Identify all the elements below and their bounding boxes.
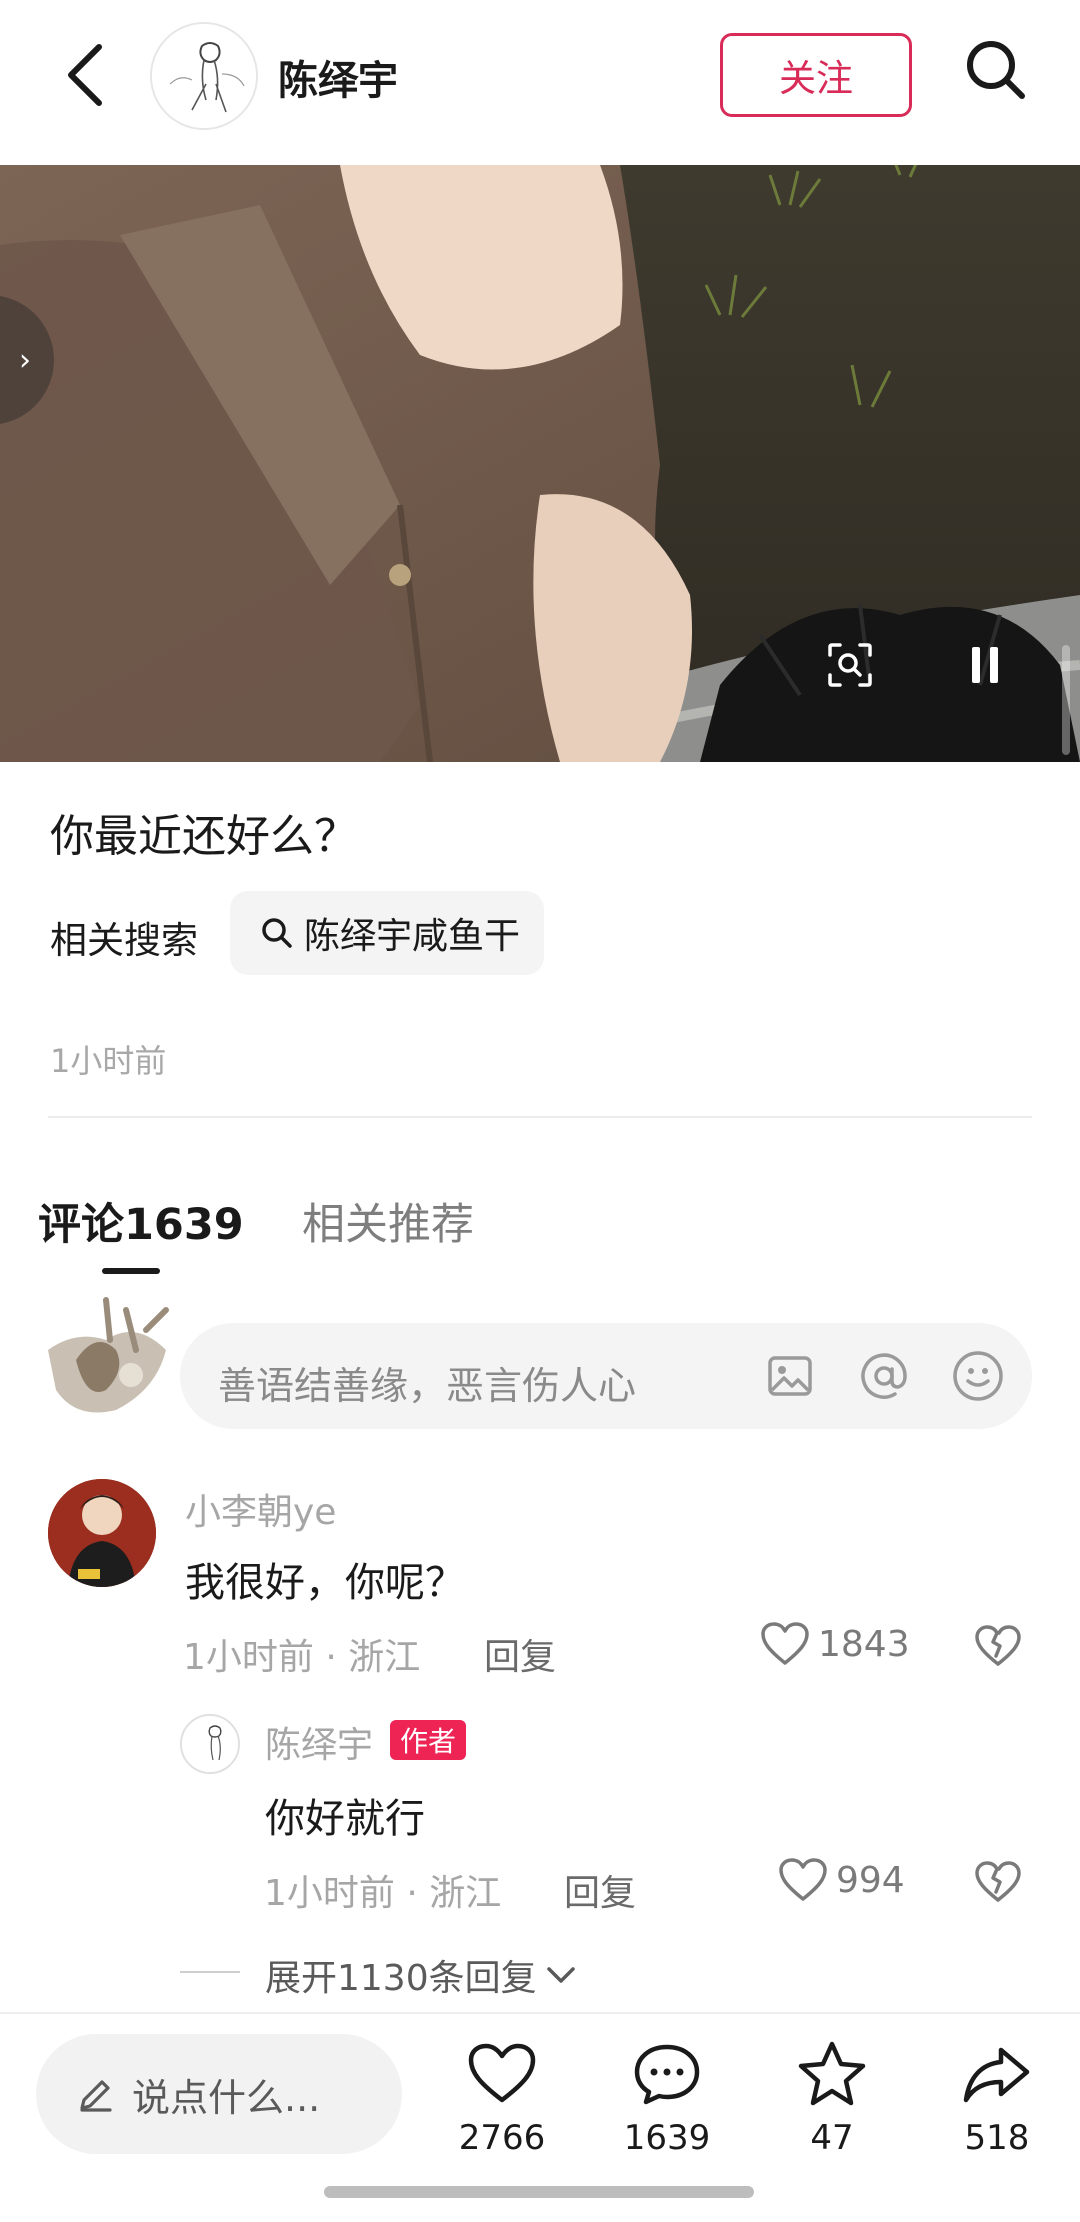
media-scrollbar	[1062, 645, 1070, 755]
pause-icon	[972, 647, 998, 683]
broken-heart-icon	[975, 1625, 1021, 1666]
related-search-query: 陈绎宇咸鱼干	[304, 916, 521, 957]
comment-meta: 1小时前 · 浙江	[183, 1637, 421, 1678]
favorite-button[interactable]: 47	[772, 2034, 892, 2158]
pause-button[interactable]	[955, 635, 1015, 695]
emoji-icon[interactable]	[950, 1348, 1006, 1404]
heart-icon	[761, 1622, 809, 1665]
pencil-icon	[80, 2080, 112, 2112]
expand-divider	[180, 1971, 240, 1973]
reply-like-count: 994	[836, 1859, 905, 1901]
search-icon	[967, 41, 1025, 99]
comment-input[interactable]: 善语结善缘，恶言伤人心	[180, 1323, 1032, 1429]
search-button[interactable]	[956, 30, 1036, 110]
comment-like-count: 1843	[818, 1623, 910, 1665]
comment-bubble-icon	[634, 2044, 700, 2105]
tab-related[interactable]: 相关推荐	[302, 1190, 474, 1252]
post-photo	[0, 165, 1080, 762]
post-time: 1小时前	[50, 1042, 167, 1080]
home-indicator[interactable]	[324, 2186, 754, 2198]
divider	[48, 1116, 1032, 1118]
commenter-name[interactable]: 小李朝ye	[185, 1483, 336, 1535]
dislike-button[interactable]	[972, 1620, 1024, 1672]
expand-replies-label: 展开1130条回复	[265, 1958, 537, 1999]
favorite-count: 47	[810, 2118, 854, 2158]
author-name[interactable]: 陈绎宇	[278, 48, 398, 106]
tab-comments[interactable]: 评论1639	[38, 1190, 244, 1252]
share-count: 518	[964, 2118, 1030, 2158]
at-icon[interactable]	[856, 1348, 912, 1404]
scan-button[interactable]	[820, 635, 880, 695]
reply-button[interactable]: 回复	[484, 1628, 556, 1680]
commenter-avatar[interactable]	[48, 1479, 156, 1587]
chevron-right-icon: ›	[19, 342, 31, 378]
say-something-input[interactable]: 说点什么...	[36, 2034, 402, 2154]
post-title: 你最近还好么？	[50, 811, 358, 862]
like-count: 2766	[458, 2118, 546, 2158]
comment-count: 1639	[623, 2118, 711, 2158]
reply-reply-button[interactable]: 回复	[564, 1864, 636, 1916]
comment-like-button[interactable]: 1843	[760, 1621, 910, 1667]
image-icon[interactable]	[762, 1348, 818, 1404]
comment-input-placeholder: 善语结善缘，恶言伤人心	[218, 1364, 637, 1408]
back-button[interactable]	[50, 40, 120, 110]
like-button[interactable]: 2766	[442, 2034, 562, 2158]
chevron-down-icon	[546, 1967, 575, 1983]
post-detail-screen: 陈绎宇 关注 › 你最近还好么？ 相关搜索 陈绎宇咸鱼干 1小时前 评论1639…	[0, 0, 1080, 2222]
comment-text: 我很好，你呢？	[185, 1560, 465, 1606]
reply-dislike-button[interactable]	[972, 1856, 1024, 1908]
related-search-chip[interactable]: 陈绎宇咸鱼干	[230, 891, 545, 975]
say-something-placeholder: 说点什么...	[132, 2075, 321, 2120]
my-avatar	[36, 1280, 181, 1430]
expand-replies-button[interactable]: 展开1130条回复	[265, 1949, 577, 2001]
heart-icon	[468, 2043, 536, 2103]
author-badge: 作者	[390, 1720, 467, 1760]
search-icon	[262, 918, 292, 948]
reply-meta: 1小时前 · 浙江	[264, 1873, 502, 1914]
reply-text: 你好就行	[265, 1796, 425, 1842]
reply-author-name[interactable]: 陈绎宇	[265, 1716, 373, 1768]
broken-heart-icon	[975, 1861, 1021, 1902]
author-reply-avatar[interactable]	[180, 1714, 240, 1774]
follow-button[interactable]: 关注	[720, 33, 912, 117]
post-media[interactable]: ›	[0, 165, 1080, 762]
scan-icon	[828, 643, 872, 687]
active-tab-indicator	[102, 1268, 160, 1274]
comment-button[interactable]: 1639	[607, 2034, 727, 2158]
star-icon	[798, 2041, 866, 2106]
share-arrow-icon	[963, 2047, 1030, 2103]
share-button[interactable]: 518	[937, 2034, 1057, 2158]
author-avatar[interactable]	[150, 22, 258, 130]
related-search-label: 相关搜索	[50, 919, 198, 962]
reply-like-button[interactable]: 994	[778, 1857, 905, 1903]
heart-icon	[779, 1858, 827, 1901]
top-bar: 陈绎宇 关注	[0, 0, 1080, 165]
chevron-left-icon	[68, 44, 102, 106]
